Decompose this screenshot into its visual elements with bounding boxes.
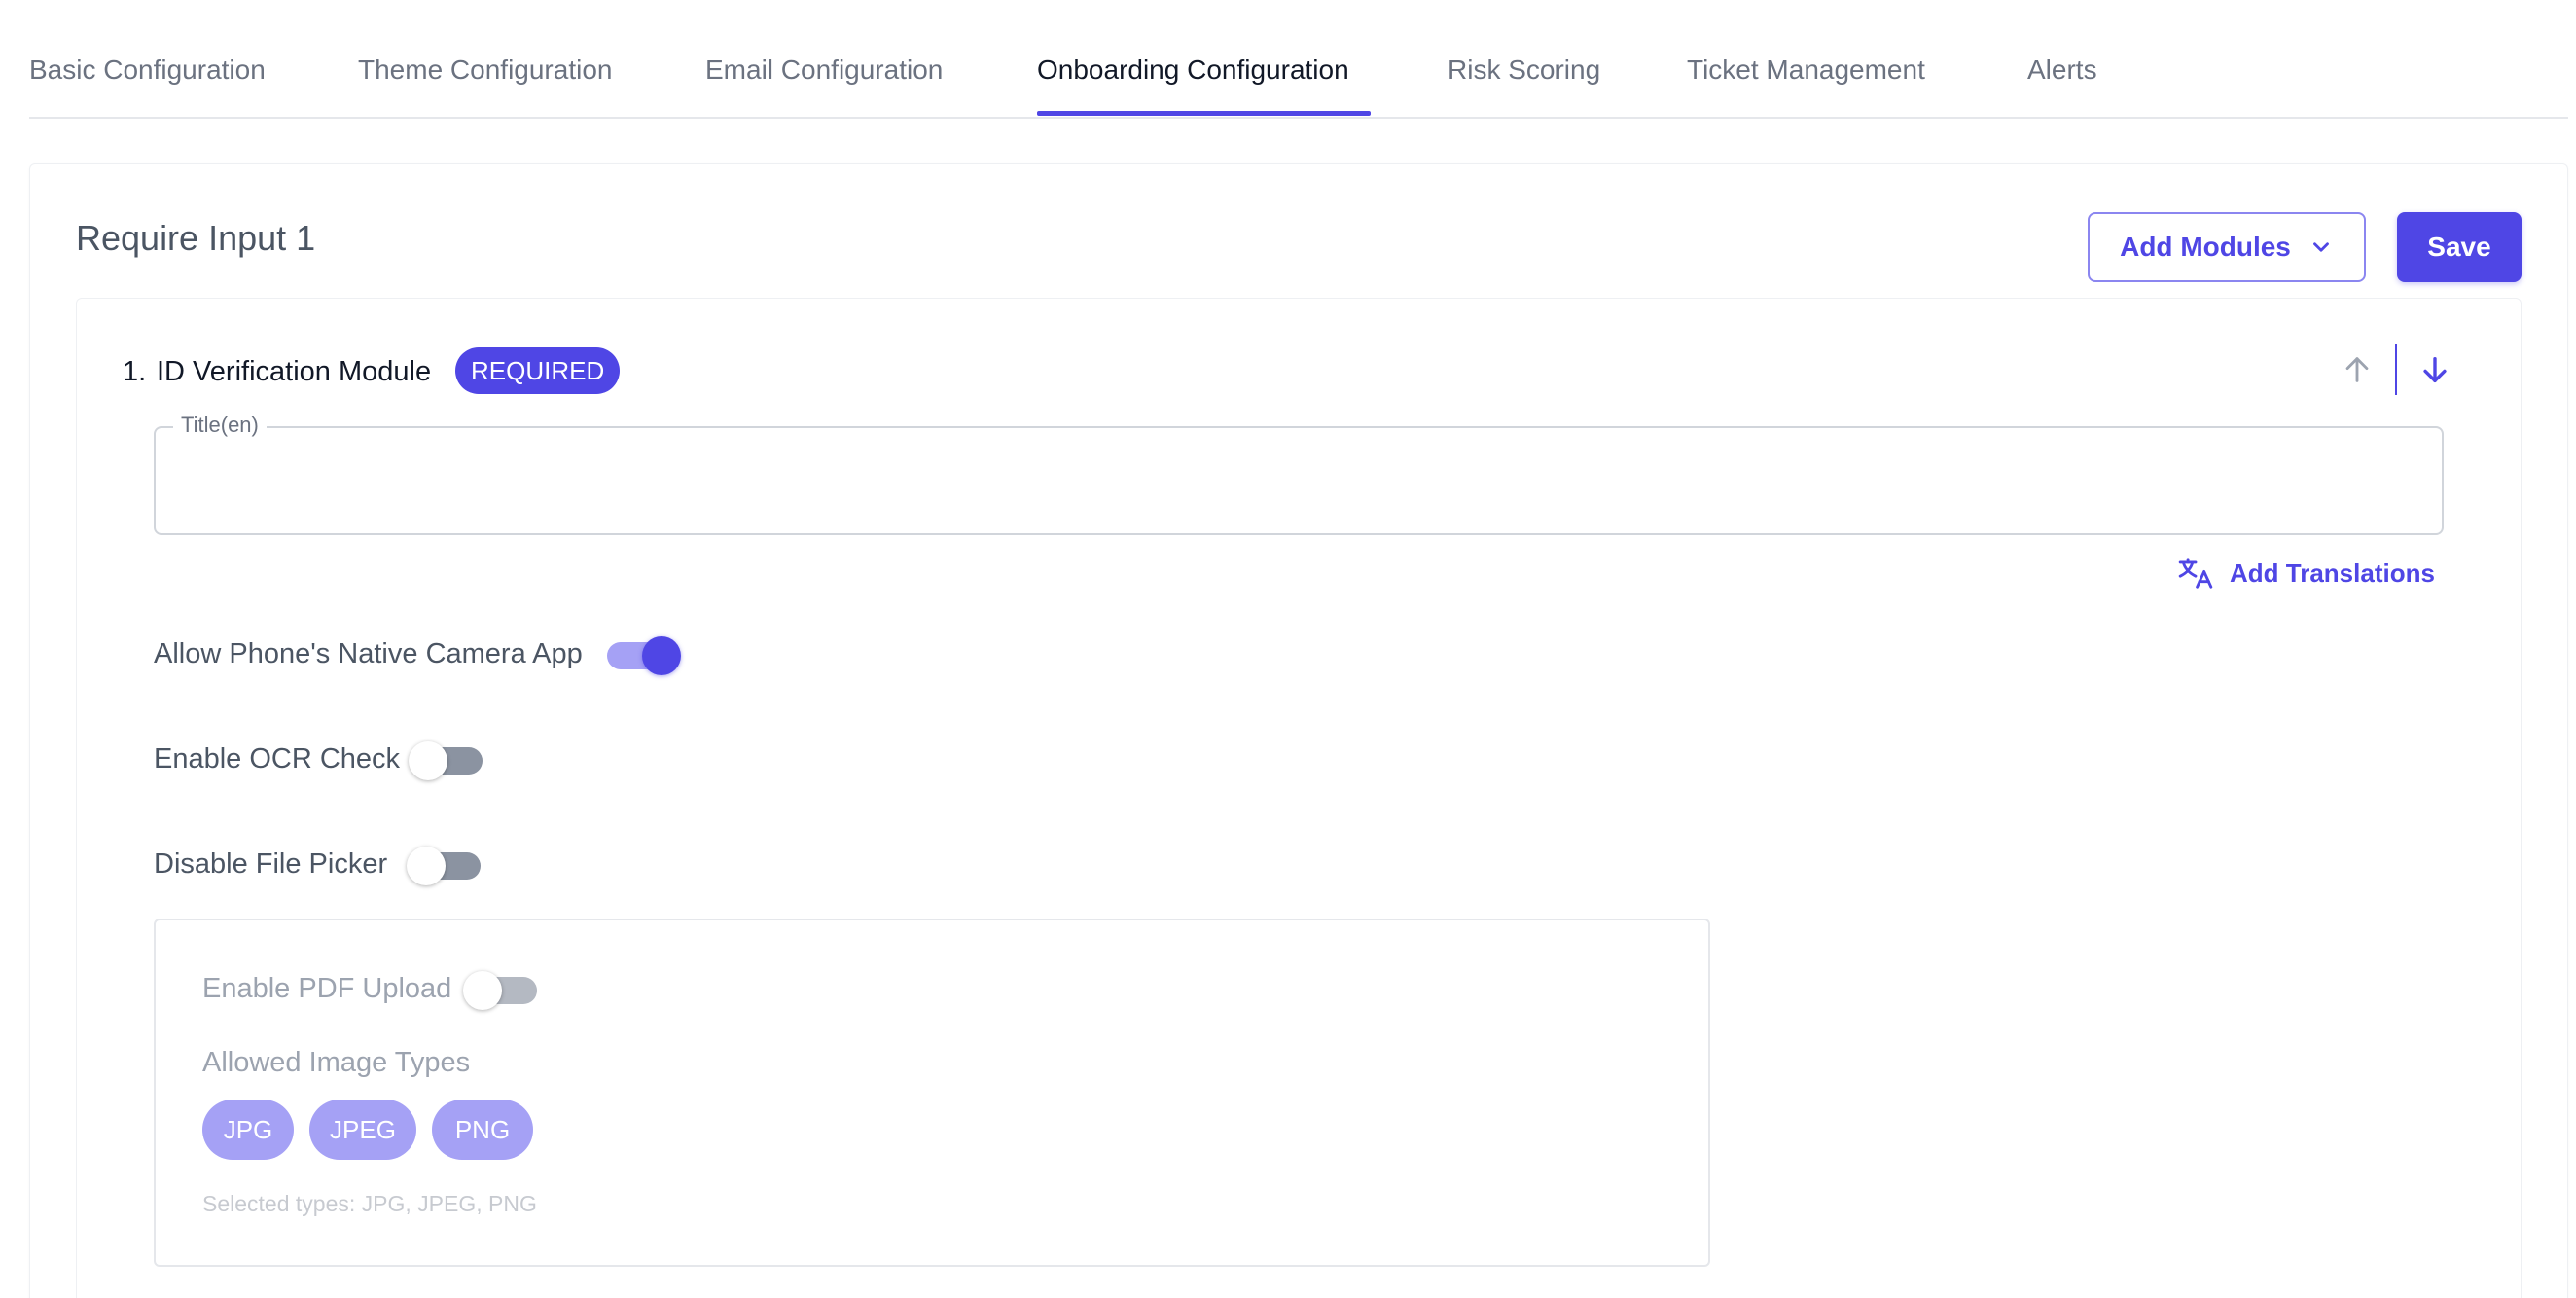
title-input[interactable]	[175, 457, 2422, 506]
module-name: ID Verification Module	[157, 356, 432, 387]
tab-alerts[interactable]: Alerts	[2027, 54, 2097, 86]
tab-onboarding-configuration[interactable]: Onboarding Configuration	[1037, 54, 1349, 86]
toggle-thumb	[642, 636, 681, 675]
image-types-label: Allowed Image Types	[202, 1047, 471, 1078]
selected-types-text: Selected types: JPG, JPEG, PNG	[202, 1191, 537, 1216]
section-title: Require Input 1	[76, 218, 316, 258]
ocr-check-label: Enable OCR Check	[154, 743, 401, 775]
arrow-down-icon[interactable]	[2418, 353, 2451, 386]
image-type-chip-png[interactable]: PNG	[432, 1100, 533, 1160]
module-number: 1.	[123, 356, 147, 387]
chevron-down-icon	[2312, 242, 2329, 252]
add-modules-button[interactable]: Add Modules	[2088, 212, 2366, 282]
title-field-legend: Title(en)	[173, 413, 267, 438]
image-type-chip-jpg[interactable]: JPG	[202, 1100, 294, 1160]
tab-risk-scoring[interactable]: Risk Scoring	[1448, 54, 1600, 86]
native-camera-toggle[interactable]	[607, 634, 681, 675]
add-translations-link[interactable]: Add Translations	[2177, 555, 2435, 592]
native-camera-label: Allow Phone's Native Camera App	[154, 638, 583, 669]
active-tab-indicator	[1037, 111, 1371, 116]
ocr-check-toggle[interactable]	[409, 739, 483, 780]
add-modules-label: Add Modules	[2120, 232, 2291, 262]
toggle-thumb	[407, 847, 446, 885]
tab-email-configuration[interactable]: Email Configuration	[705, 54, 943, 86]
arrow-up-icon[interactable]	[2341, 353, 2374, 386]
required-badge: REQUIRED	[455, 347, 621, 394]
toggle-thumb	[409, 741, 447, 780]
file-picker-toggle[interactable]	[407, 845, 481, 885]
add-translations-label: Add Translations	[2230, 558, 2435, 588]
arrow-divider	[2395, 344, 2397, 395]
save-button[interactable]: Save	[2397, 212, 2522, 282]
tab-ticket-management[interactable]: Ticket Management	[1687, 54, 1925, 86]
pdf-upload-label: Enable PDF Upload	[202, 973, 452, 1004]
tab-basic-configuration[interactable]: Basic Configuration	[29, 54, 266, 86]
toggle-thumb	[463, 971, 502, 1010]
file-picker-label: Disable File Picker	[154, 848, 388, 880]
pdf-upload-toggle[interactable]	[463, 969, 537, 1010]
image-type-chip-jpeg[interactable]: JPEG	[309, 1100, 416, 1160]
translate-icon	[2178, 558, 2213, 589]
tab-theme-configuration[interactable]: Theme Configuration	[358, 54, 612, 86]
